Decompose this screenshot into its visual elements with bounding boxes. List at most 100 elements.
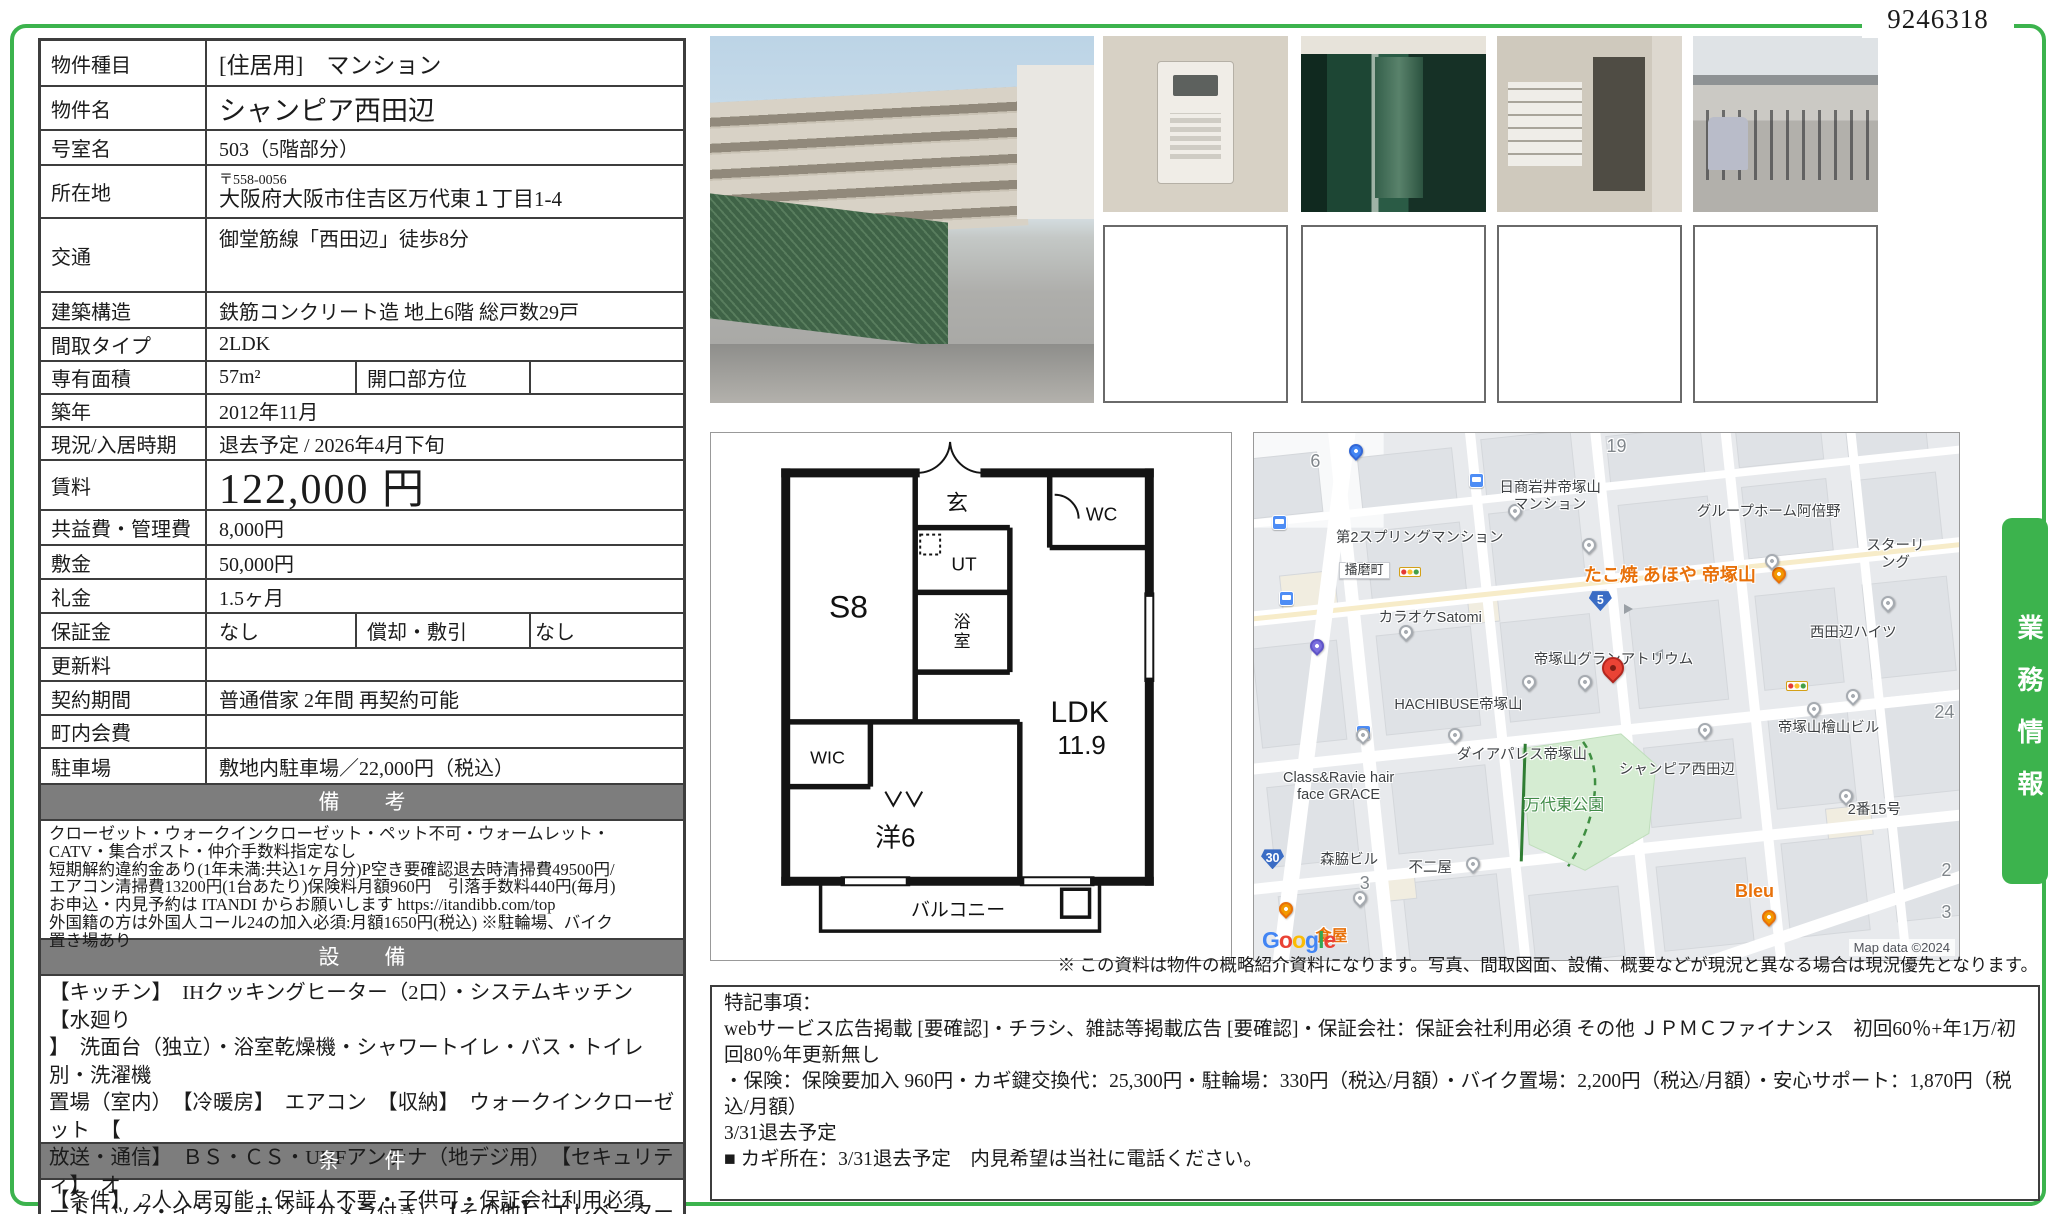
row-value: 御堂筋線「西田辺」徒歩8分 xyxy=(207,219,683,291)
row-label: 現況/入居時期 xyxy=(41,428,207,459)
property-table: 物件種目[住居用] マンション 物件名シャンピア西田辺 号室名503（5階部分）… xyxy=(38,38,686,1214)
row-value xyxy=(207,649,683,680)
remarks-header: 備 考 xyxy=(41,783,683,819)
block-number: 24 xyxy=(1934,702,1954,722)
tab-business-info[interactable]: 業務情報 xyxy=(2002,518,2048,884)
table-row: 駐車場敷地内駐車場／22,000円（税込） xyxy=(41,747,683,783)
room-wic: WIC xyxy=(810,748,845,768)
equipment-text: 【キッチン】 IHクッキングヒーター（2口）・システムキッチン 【水廻り 】 洗… xyxy=(41,974,683,1142)
rent-amount: 122,000 円 xyxy=(207,461,683,509)
table-row: 敷金50,000円 xyxy=(41,544,683,578)
table-row: 町内会費 xyxy=(41,714,683,747)
row-label-2: 開口部方位 xyxy=(357,362,531,393)
photo-mailboxes xyxy=(1497,36,1682,212)
map-town-label: 播磨町 xyxy=(1339,562,1390,579)
row-value: なし xyxy=(207,614,357,647)
row-label: 更新料 xyxy=(41,649,207,680)
row-value: 普通借家 2年間 再契約可能 xyxy=(207,682,683,714)
map-poi-label: HACHIBUSE帝塚山 xyxy=(1394,697,1522,713)
special-notes-title: 特記事項： xyxy=(724,991,2026,1017)
photo-bicycle-parking xyxy=(1693,36,1878,212)
row-value: 503（5階部分） xyxy=(207,131,683,164)
row-label: 所在地 xyxy=(41,166,207,217)
photo-intercom-panel xyxy=(1103,36,1288,212)
property-flyer-sheet: 9246318 物件種目[住居用] マンション 物件名シャンピア西田辺 号室名5… xyxy=(0,0,2056,1214)
traffic-light-icon xyxy=(1786,681,1808,691)
photo-placeholder-4 xyxy=(1693,225,1878,403)
floor-area: 57m² xyxy=(207,362,357,393)
map-poi-label: Class&Ravie hair face GRACE xyxy=(1283,770,1394,802)
photo-placeholder-2 xyxy=(1301,225,1486,403)
table-row: 共益費・管理費8,000円 xyxy=(41,509,683,544)
row-value: [住居用] マンション xyxy=(207,41,683,85)
map-poi-label: 第2スプリングマンション xyxy=(1336,530,1504,546)
postal-code: 〒558-0056 xyxy=(219,173,287,188)
row-label: 町内会費 xyxy=(41,716,207,747)
conditions-text: 【条件】 2人入居可能・保証人不要・子供可・保証会社利用必須 xyxy=(41,1178,683,1214)
remarks-text: クローゼット・ウォークインクローゼット・ペット不可・ウォームレット・ CATV・… xyxy=(41,819,683,938)
table-row: 礼金1.5ヶ月 xyxy=(41,578,683,612)
map-poi-label: 不二屋 xyxy=(1409,860,1453,876)
map-poi-label: 2番15号 xyxy=(1848,802,1901,818)
bus-stop-icon xyxy=(1469,473,1484,488)
row-value: 2LDK xyxy=(207,329,683,360)
map-poi-label: 日商岩井帝塚山 マンション xyxy=(1499,480,1601,512)
map-cafe-label: Bleu xyxy=(1735,881,1774,901)
room-bedroom: 洋6 xyxy=(875,823,915,852)
room-s8: S8 xyxy=(829,588,868,624)
row-value: 1.5ヶ月 xyxy=(207,580,683,612)
block-number: 6 xyxy=(1310,451,1320,471)
room-bath-1: 浴 xyxy=(954,612,971,631)
map-subject-label: シャンピア西田辺 xyxy=(1619,762,1735,778)
row-value-2 xyxy=(531,362,683,393)
block-number: 3 xyxy=(1360,873,1370,893)
row-value: 8,000円 xyxy=(207,511,683,544)
map-poi-label: 帝塚山檜山ビル xyxy=(1778,720,1880,736)
map-restaurant-label: たこ焼 あほや 帝塚山 xyxy=(1584,565,1756,585)
block-number: 19 xyxy=(1607,436,1627,456)
row-label: 礼金 xyxy=(41,580,207,612)
row-label: 敷金 xyxy=(41,546,207,578)
table-row: 専有面積 57m² 開口部方位 xyxy=(41,360,683,393)
row-label: 号室名 xyxy=(41,131,207,164)
room-ldk-size: 11.9 xyxy=(1057,732,1105,760)
row-label: 物件種目 xyxy=(41,41,207,85)
address-cell: 〒558-0056 大阪府大阪市住吉区万代東１丁目1-4 xyxy=(207,166,683,217)
photo-placeholder-3 xyxy=(1497,225,1682,403)
table-row: 交通御堂筋線「西田辺」徒歩8分 xyxy=(41,217,683,291)
bus-stop-icon xyxy=(1272,515,1287,530)
row-value: 鉄筋コンクリート造 地上6階 総戸数29戸 xyxy=(207,293,683,327)
map-poi-label: スターリング xyxy=(1864,538,1927,570)
table-row: 建築構造鉄筋コンクリート造 地上6階 総戸数29戸 xyxy=(41,291,683,327)
row-label: 賃料 xyxy=(41,461,207,509)
row-value: 敷地内駐車場／22,000円（税込） xyxy=(207,749,683,783)
table-row: 契約期間普通借家 2年間 再契約可能 xyxy=(41,680,683,714)
room-bath-2: 室 xyxy=(954,632,971,651)
table-row: 号室名503（5階部分） xyxy=(41,129,683,164)
special-notes-body: webサービス広告掲載 [要確認]・チラシ、雑誌等掲載広告 [要確認]・保証会社… xyxy=(724,1017,2026,1173)
table-row: 所在地 〒558-0056 大阪府大阪市住吉区万代東１丁目1-4 xyxy=(41,164,683,217)
block-number: 2 xyxy=(1941,860,1951,880)
map-park-label: 万代東公園 xyxy=(1524,797,1604,815)
table-row: 保証金 なし 償却・敷引 なし xyxy=(41,612,683,647)
row-label: 契約期間 xyxy=(41,682,207,714)
row-label: 交通 xyxy=(41,219,207,291)
block-number: 3 xyxy=(1941,902,1951,922)
photo-placeholder-1 xyxy=(1103,225,1288,403)
traffic-light-icon xyxy=(1399,567,1421,577)
map-attribution: Map data ©2024 xyxy=(1849,939,1955,956)
map-poi-label: グループホーム阿倍野 xyxy=(1697,504,1841,520)
row-label: 保証金 xyxy=(41,614,207,647)
row-label: 物件名 xyxy=(41,87,207,129)
row-label: 専有面積 xyxy=(41,362,207,393)
row-label: 間取タイプ xyxy=(41,329,207,360)
property-name: シャンピア西田辺 xyxy=(207,87,683,129)
row-label: 築年 xyxy=(41,395,207,426)
photo-building-exterior xyxy=(710,36,1094,403)
table-row: 物件種目[住居用] マンション xyxy=(41,41,683,85)
google-logo: Google xyxy=(1262,927,1335,954)
document-number: 9246318 xyxy=(1862,0,2014,38)
row-label-2: 償却・敷引 xyxy=(357,614,531,647)
table-row: 更新料 xyxy=(41,647,683,680)
room-ut: UT xyxy=(951,554,977,575)
